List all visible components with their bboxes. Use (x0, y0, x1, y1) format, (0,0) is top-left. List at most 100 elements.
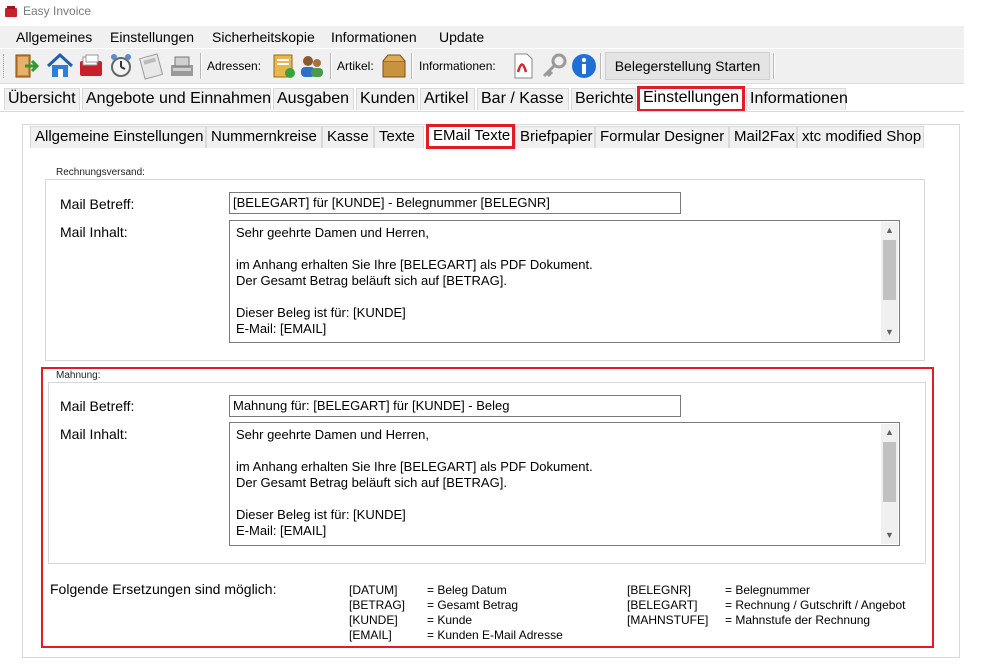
cash-register-icon (171, 56, 193, 76)
text-line (236, 241, 879, 257)
cash-register-button[interactable] (167, 51, 197, 81)
exit-door-icon (15, 54, 39, 78)
subtab-email-texte[interactable]: EMail Texte (426, 124, 515, 149)
placeholder-key: [BELEGART] (627, 598, 698, 612)
menu-einstellungen[interactable]: Einstellungen (110, 29, 194, 45)
home-icon (46, 52, 74, 77)
address-book-button[interactable] (268, 51, 298, 81)
alarm-clock-button[interactable] (106, 51, 136, 81)
placeholder-desc: = Kunde (427, 613, 473, 627)
menu-informationen[interactable]: Informationen (331, 29, 417, 45)
artikel-label: Artikel: (337, 59, 374, 73)
menu-update[interactable]: Update (439, 29, 484, 45)
subtab-nummernkreise[interactable]: Nummernkreise (206, 126, 322, 148)
rechnung-inhalt-scrollbar[interactable]: ▲ ▼ (881, 222, 898, 341)
title-bar: Easy Invoice (0, 0, 986, 24)
text-line: E-Mail: [EMAIL] (236, 523, 327, 538)
text-line: im Anhang erhalten Sie Ihre [BELEGART] a… (236, 257, 593, 272)
users-button[interactable] (297, 51, 327, 81)
informationen-label: Informationen: (419, 59, 496, 73)
mahnung-inhalt-label: Mail Inhalt: (60, 426, 128, 442)
text-line: Sehr geehrte Damen und Herren, (236, 225, 429, 240)
pdf-icon (514, 53, 533, 79)
mahnung-label: Mahnung: (54, 370, 103, 381)
placeholder-desc: = Mahnstufe der Rechnung (725, 613, 871, 627)
placeholder-key: [MAHNSTUFE] (627, 613, 709, 627)
article-box-button[interactable] (379, 51, 409, 81)
calculator-button[interactable] (136, 51, 166, 81)
mahnung-inhalt-textarea[interactable]: Sehr geehrte Damen und Herren, im Anhang… (229, 422, 900, 546)
address-book-icon (273, 54, 295, 78)
mahnung-inhalt-scrollbar[interactable]: ▲ ▼ (881, 424, 898, 544)
scroll-thumb[interactable] (883, 442, 896, 502)
key-icon (542, 53, 567, 78)
alarm-clock-icon (111, 54, 131, 77)
exit-button[interactable] (10, 51, 40, 81)
mail-bag-button[interactable] (76, 51, 106, 81)
mahnung-betreff-input[interactable]: Mahnung für: [BELEGART] für [KUNDE] - Be… (229, 395, 681, 417)
text-line (236, 289, 879, 305)
tab-uebersicht[interactable]: Übersicht (4, 88, 80, 110)
menu-sicherheitskopie[interactable]: Sicherheitskopie (212, 29, 315, 45)
placeholder-desc: = Kunden E-Mail Adresse (427, 628, 563, 642)
ersetzungen-title: Folgende Ersetzungen sind möglich: (50, 581, 277, 597)
text-line: Der Gesamt Betrag beläuft sich auf [BETR… (236, 273, 507, 288)
subtab-briefpapier[interactable]: Briefpapier (515, 126, 595, 148)
scroll-down-icon[interactable]: ▼ (881, 324, 898, 341)
mail-bag-icon (80, 54, 102, 76)
rechnung-betreff-label: Mail Betreff: (60, 196, 135, 212)
toolbar-separator (330, 53, 332, 79)
scroll-up-icon[interactable]: ▲ (881, 424, 898, 441)
main-tab-strip: Übersicht Angebote und Einnahmen Ausgabe… (0, 86, 964, 112)
text-line: E-Mail: [EMAIL] (236, 321, 327, 336)
subtab-texte[interactable]: Texte (374, 126, 424, 148)
text-line: Sehr geehrte Damen und Herren, (236, 427, 429, 442)
tab-kunden[interactable]: Kunden (356, 88, 418, 110)
subtab-mail2fax[interactable]: Mail2Fax (729, 126, 797, 148)
app-icon (5, 6, 17, 17)
tab-einstellungen[interactable]: Einstellungen (637, 86, 745, 112)
rechnung-inhalt-text: Sehr geehrte Damen und Herren, im Anhang… (236, 225, 879, 337)
text-line (236, 443, 879, 459)
placeholder-desc: = Belegnummer (725, 583, 811, 597)
text-line: Dieser Beleg ist für: [KUNDE] (236, 507, 406, 522)
subtab-formular-designer[interactable]: Formular Designer (595, 126, 729, 148)
subtab-xtc-modified-shop[interactable]: xtc modified Shop (797, 126, 924, 148)
placeholder-key: [BELEGNR] (627, 583, 692, 597)
tab-ausgaben[interactable]: Ausgaben (273, 88, 354, 110)
tab-angebote-einnahmen[interactable]: Angebote und Einnahmen (82, 88, 271, 110)
start-document-creation-button[interactable]: Belegerstellung Starten (605, 52, 770, 80)
rechnung-betreff-input[interactable]: [BELEGART] für [KUNDE] - Belegnummer [BE… (229, 192, 681, 214)
box-icon (382, 54, 406, 78)
tab-berichte[interactable]: Berichte (571, 88, 636, 110)
users-icon (301, 56, 323, 77)
placeholder-key: [DATUM] (349, 583, 398, 597)
rechnung-inhalt-textarea[interactable]: Sehr geehrte Damen und Herren, im Anhang… (229, 220, 900, 343)
calculator-icon (139, 53, 164, 80)
scroll-thumb[interactable] (883, 240, 896, 300)
placeholder-key: [BETRAG] (349, 598, 406, 612)
scroll-down-icon[interactable]: ▼ (881, 527, 898, 544)
placeholder-desc: = Gesamt Betrag (427, 598, 519, 612)
text-line: Dieser Beleg ist für: [KUNDE] (236, 305, 406, 320)
placeholder-key: [EMAIL] (349, 628, 392, 642)
toolbar-separator (200, 53, 202, 79)
subtab-allgemeine-einstellungen[interactable]: Allgemeine Einstellungen (30, 126, 206, 148)
tab-divider (0, 111, 964, 112)
scroll-up-icon[interactable]: ▲ (881, 222, 898, 239)
subtab-kasse[interactable]: Kasse (322, 126, 374, 148)
toolbar-separator (600, 53, 602, 79)
info-button[interactable] (569, 51, 599, 81)
menu-allgemeines[interactable]: Allgemeines (16, 29, 92, 45)
home-button[interactable] (45, 51, 75, 81)
tab-bar-kasse[interactable]: Bar / Kasse (477, 88, 569, 110)
toolbar-grip (3, 54, 6, 78)
rechnungsversand-label: Rechnungsversand: (54, 167, 147, 178)
toolbar: Adressen: Artikel: Informationen: Belege… (0, 49, 964, 84)
key-button[interactable] (539, 51, 569, 81)
pdf-button[interactable] (508, 51, 538, 81)
tab-informationen[interactable]: Informationen (746, 88, 848, 110)
placeholder-key: [KUNDE] (349, 613, 398, 627)
tab-artikel[interactable]: Artikel (420, 88, 475, 110)
placeholder-desc: = Rechnung / Gutschrift / Angebot (725, 598, 906, 612)
